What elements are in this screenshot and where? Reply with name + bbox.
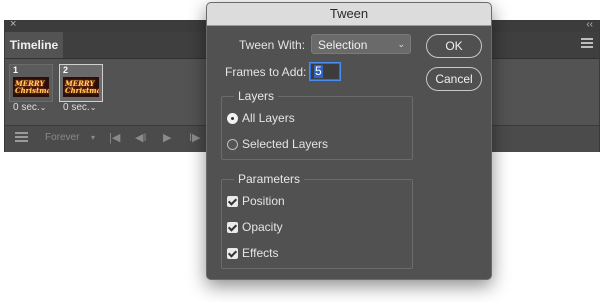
tween-with-select[interactable]: Selection ⌄: [311, 34, 411, 54]
convert-to-video-timeline-icon[interactable]: [15, 132, 28, 144]
frame-number: 2: [63, 65, 69, 75]
effects-checkbox[interactable]: [227, 248, 238, 259]
panel-collapse-icon[interactable]: ‹‹: [586, 19, 593, 30]
frame-delay-value: 0 sec.: [13, 102, 40, 113]
layers-group-title: Layers: [234, 89, 279, 103]
frames-to-add-label: Frames to Add:: [225, 65, 307, 79]
effects-label[interactable]: Effects: [242, 246, 278, 260]
frames-to-add-input[interactable]: 5: [310, 63, 340, 80]
tween-dialog: Tween Tween With: Selection ⌄ Frames to …: [206, 2, 492, 280]
frame-thumbnail: MERRY Christmas: [13, 77, 49, 97]
position-checkbox[interactable]: [227, 196, 238, 207]
ok-button[interactable]: OK: [426, 34, 482, 58]
all-layers-radio[interactable]: [227, 113, 238, 124]
frame-thumbnail-box[interactable]: 1 MERRY Christmas: [9, 64, 53, 102]
first-frame-icon[interactable]: |◀: [109, 131, 120, 144]
frames-to-add-value: 5: [314, 64, 323, 78]
frame-delay-value: 0 sec.: [63, 102, 90, 113]
tab-timeline[interactable]: Timeline: [5, 32, 63, 58]
frame-delay-dropdown[interactable]: 0 sec.⌄: [13, 102, 46, 113]
dialog-title: Tween: [207, 3, 491, 26]
selected-layers-radio[interactable]: [227, 139, 238, 150]
tween-with-label: Tween With:: [239, 38, 306, 52]
frame-thumbnail-box[interactable]: 2 MERRY Christmas: [59, 64, 103, 102]
previous-frame-icon[interactable]: ◀I: [135, 131, 147, 144]
chevron-down-icon: ⌄: [397, 39, 405, 49]
thumbnail-text-line2: Christmas: [65, 86, 99, 95]
cancel-button[interactable]: Cancel: [426, 67, 482, 91]
loop-options-select[interactable]: Forever: [45, 132, 79, 143]
tween-with-value: Selection: [318, 38, 368, 52]
frame-1[interactable]: 1 MERRY Christmas 0 sec.⌄: [9, 64, 53, 114]
position-label[interactable]: Position: [242, 194, 285, 208]
panel-menu-icon[interactable]: [581, 38, 593, 50]
all-layers-label[interactable]: All Layers: [242, 111, 295, 125]
frame-delay-dropdown[interactable]: 0 sec.⌄: [63, 102, 96, 113]
chevron-down-icon: ⌄: [89, 103, 97, 112]
play-icon[interactable]: ▶: [163, 131, 171, 144]
next-frame-icon[interactable]: I▶: [189, 131, 201, 144]
parameters-group-title: Parameters: [234, 172, 305, 186]
frame-2[interactable]: 2 MERRY Christmas 0 sec.⌄: [59, 64, 103, 114]
panel-close-icon[interactable]: ×: [10, 18, 16, 30]
chevron-down-icon: ▾: [91, 133, 96, 142]
chevron-down-icon: ⌄: [39, 103, 47, 112]
frame-thumbnail: MERRY Christmas: [63, 77, 99, 97]
selected-layers-label[interactable]: Selected Layers: [242, 137, 328, 151]
thumbnail-text-line2: Christmas: [15, 86, 49, 95]
opacity-checkbox[interactable]: [227, 222, 238, 233]
frame-number: 1: [13, 65, 19, 75]
opacity-label[interactable]: Opacity: [242, 220, 283, 234]
